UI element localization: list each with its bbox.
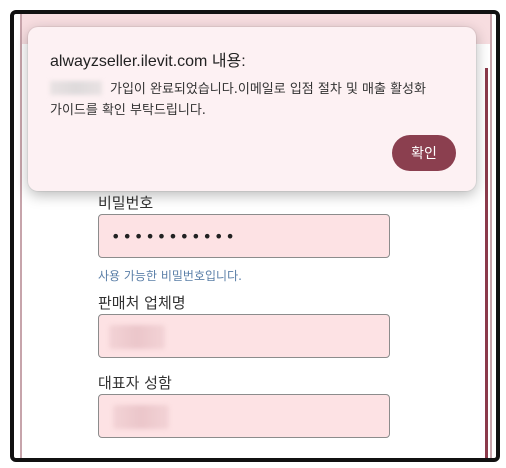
password-input[interactable] — [99, 215, 389, 257]
alert-dialog: alwayzseller.ilevit.com 내용: 가입이 완료되었습니다.… — [28, 27, 476, 191]
dialog-message-line2: 가이드를 확인 부탁드립니다. — [50, 103, 206, 118]
redacted-name — [50, 81, 102, 95]
ok-button[interactable]: 확인 — [392, 135, 456, 171]
ceo-name-field[interactable] — [98, 394, 390, 438]
ceo-name-label: 대표자 성함 — [98, 374, 172, 392]
redacted-value — [113, 405, 169, 429]
password-field[interactable] — [98, 214, 390, 258]
dialog-title: alwayzseller.ilevit.com 내용: — [50, 53, 246, 70]
company-name-field[interactable] — [98, 314, 390, 358]
redacted-value — [109, 325, 165, 349]
company-name-label: 판매처 업체명 — [98, 294, 186, 312]
password-label: 비밀번호 — [98, 194, 154, 212]
dialog-message-line1: 가입이 완료되었습니다.이메일로 입점 절차 및 매출 활성화 — [110, 82, 426, 97]
password-hint: 사용 가능한 비밀번호입니다. — [98, 269, 242, 283]
scrollbar[interactable] — [485, 68, 488, 458]
dialog-message: 가입이 완료되었습니다.이메일로 입점 절차 및 매출 활성화 가이드를 확인 … — [50, 79, 470, 121]
